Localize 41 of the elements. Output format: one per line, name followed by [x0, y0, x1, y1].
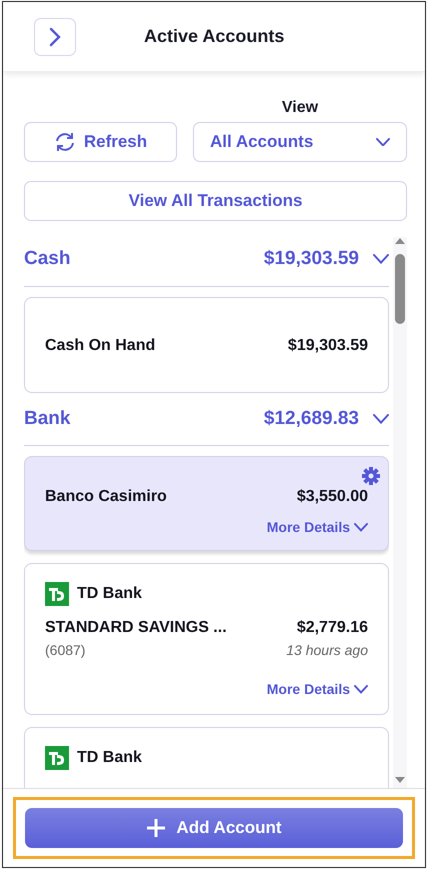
view-dropdown[interactable]: All Accounts	[193, 122, 407, 162]
account-card[interactable]: TD Bank	[24, 727, 389, 788]
account-name: STANDARD SAVINGS ...	[45, 618, 227, 638]
bank-logo-icon	[45, 582, 69, 606]
scroll-up-icon[interactable]	[394, 237, 406, 245]
expand-button[interactable]	[34, 18, 76, 56]
chevron-right-icon	[49, 26, 61, 46]
institution-name: TD Bank	[77, 748, 142, 768]
plus-icon	[146, 818, 166, 838]
scrollbar-thumb[interactable]	[395, 254, 405, 324]
chevron-down-icon	[354, 523, 368, 532]
account-card[interactable]: TD Bank STANDARD SAVINGS ... $2,779.16 (6087) 13 hours ago More Details	[24, 563, 389, 715]
account-name: Cash On Hand	[45, 336, 156, 356]
account-balance: $2,779.16	[296, 618, 368, 638]
refresh-button[interactable]: Refresh	[24, 122, 177, 162]
chevron-down-icon	[354, 685, 368, 694]
account-balance: $3,550.00	[296, 487, 368, 507]
more-details-button[interactable]: More Details	[266, 679, 368, 700]
account-number: (6087)	[45, 641, 86, 660]
group-name: Cash	[24, 247, 70, 271]
add-account-button[interactable]: Add Account	[25, 808, 403, 848]
scroll-down-icon[interactable]	[394, 776, 406, 784]
bank-logo-icon	[45, 746, 69, 770]
group-total: $12,689.83	[264, 406, 359, 430]
account-balance: $19,303.59	[288, 336, 368, 356]
account-card[interactable]: Cash On Hand $19,303.59	[24, 296, 389, 392]
chevron-down-icon	[376, 138, 390, 146]
more-details-button[interactable]: More Details	[266, 517, 368, 538]
settings-icon[interactable]	[362, 467, 380, 485]
view-transactions-button[interactable]: View All Transactions	[24, 181, 407, 221]
chevron-down-icon[interactable]	[373, 414, 389, 424]
group-name: Bank	[24, 406, 70, 430]
last-updated: 13 hours ago	[286, 641, 368, 660]
page-title: Active Accounts	[144, 25, 284, 48]
view-label: View	[280, 98, 320, 118]
group-total: $19,303.59	[264, 247, 359, 271]
chevron-down-icon[interactable]	[373, 254, 389, 264]
account-name: Banco Casimiro	[45, 487, 167, 507]
refresh-icon	[54, 132, 76, 152]
institution-name: TD Bank	[77, 584, 142, 604]
account-card[interactable]: Banco Casimiro $3,550.00 More Details	[24, 456, 389, 551]
